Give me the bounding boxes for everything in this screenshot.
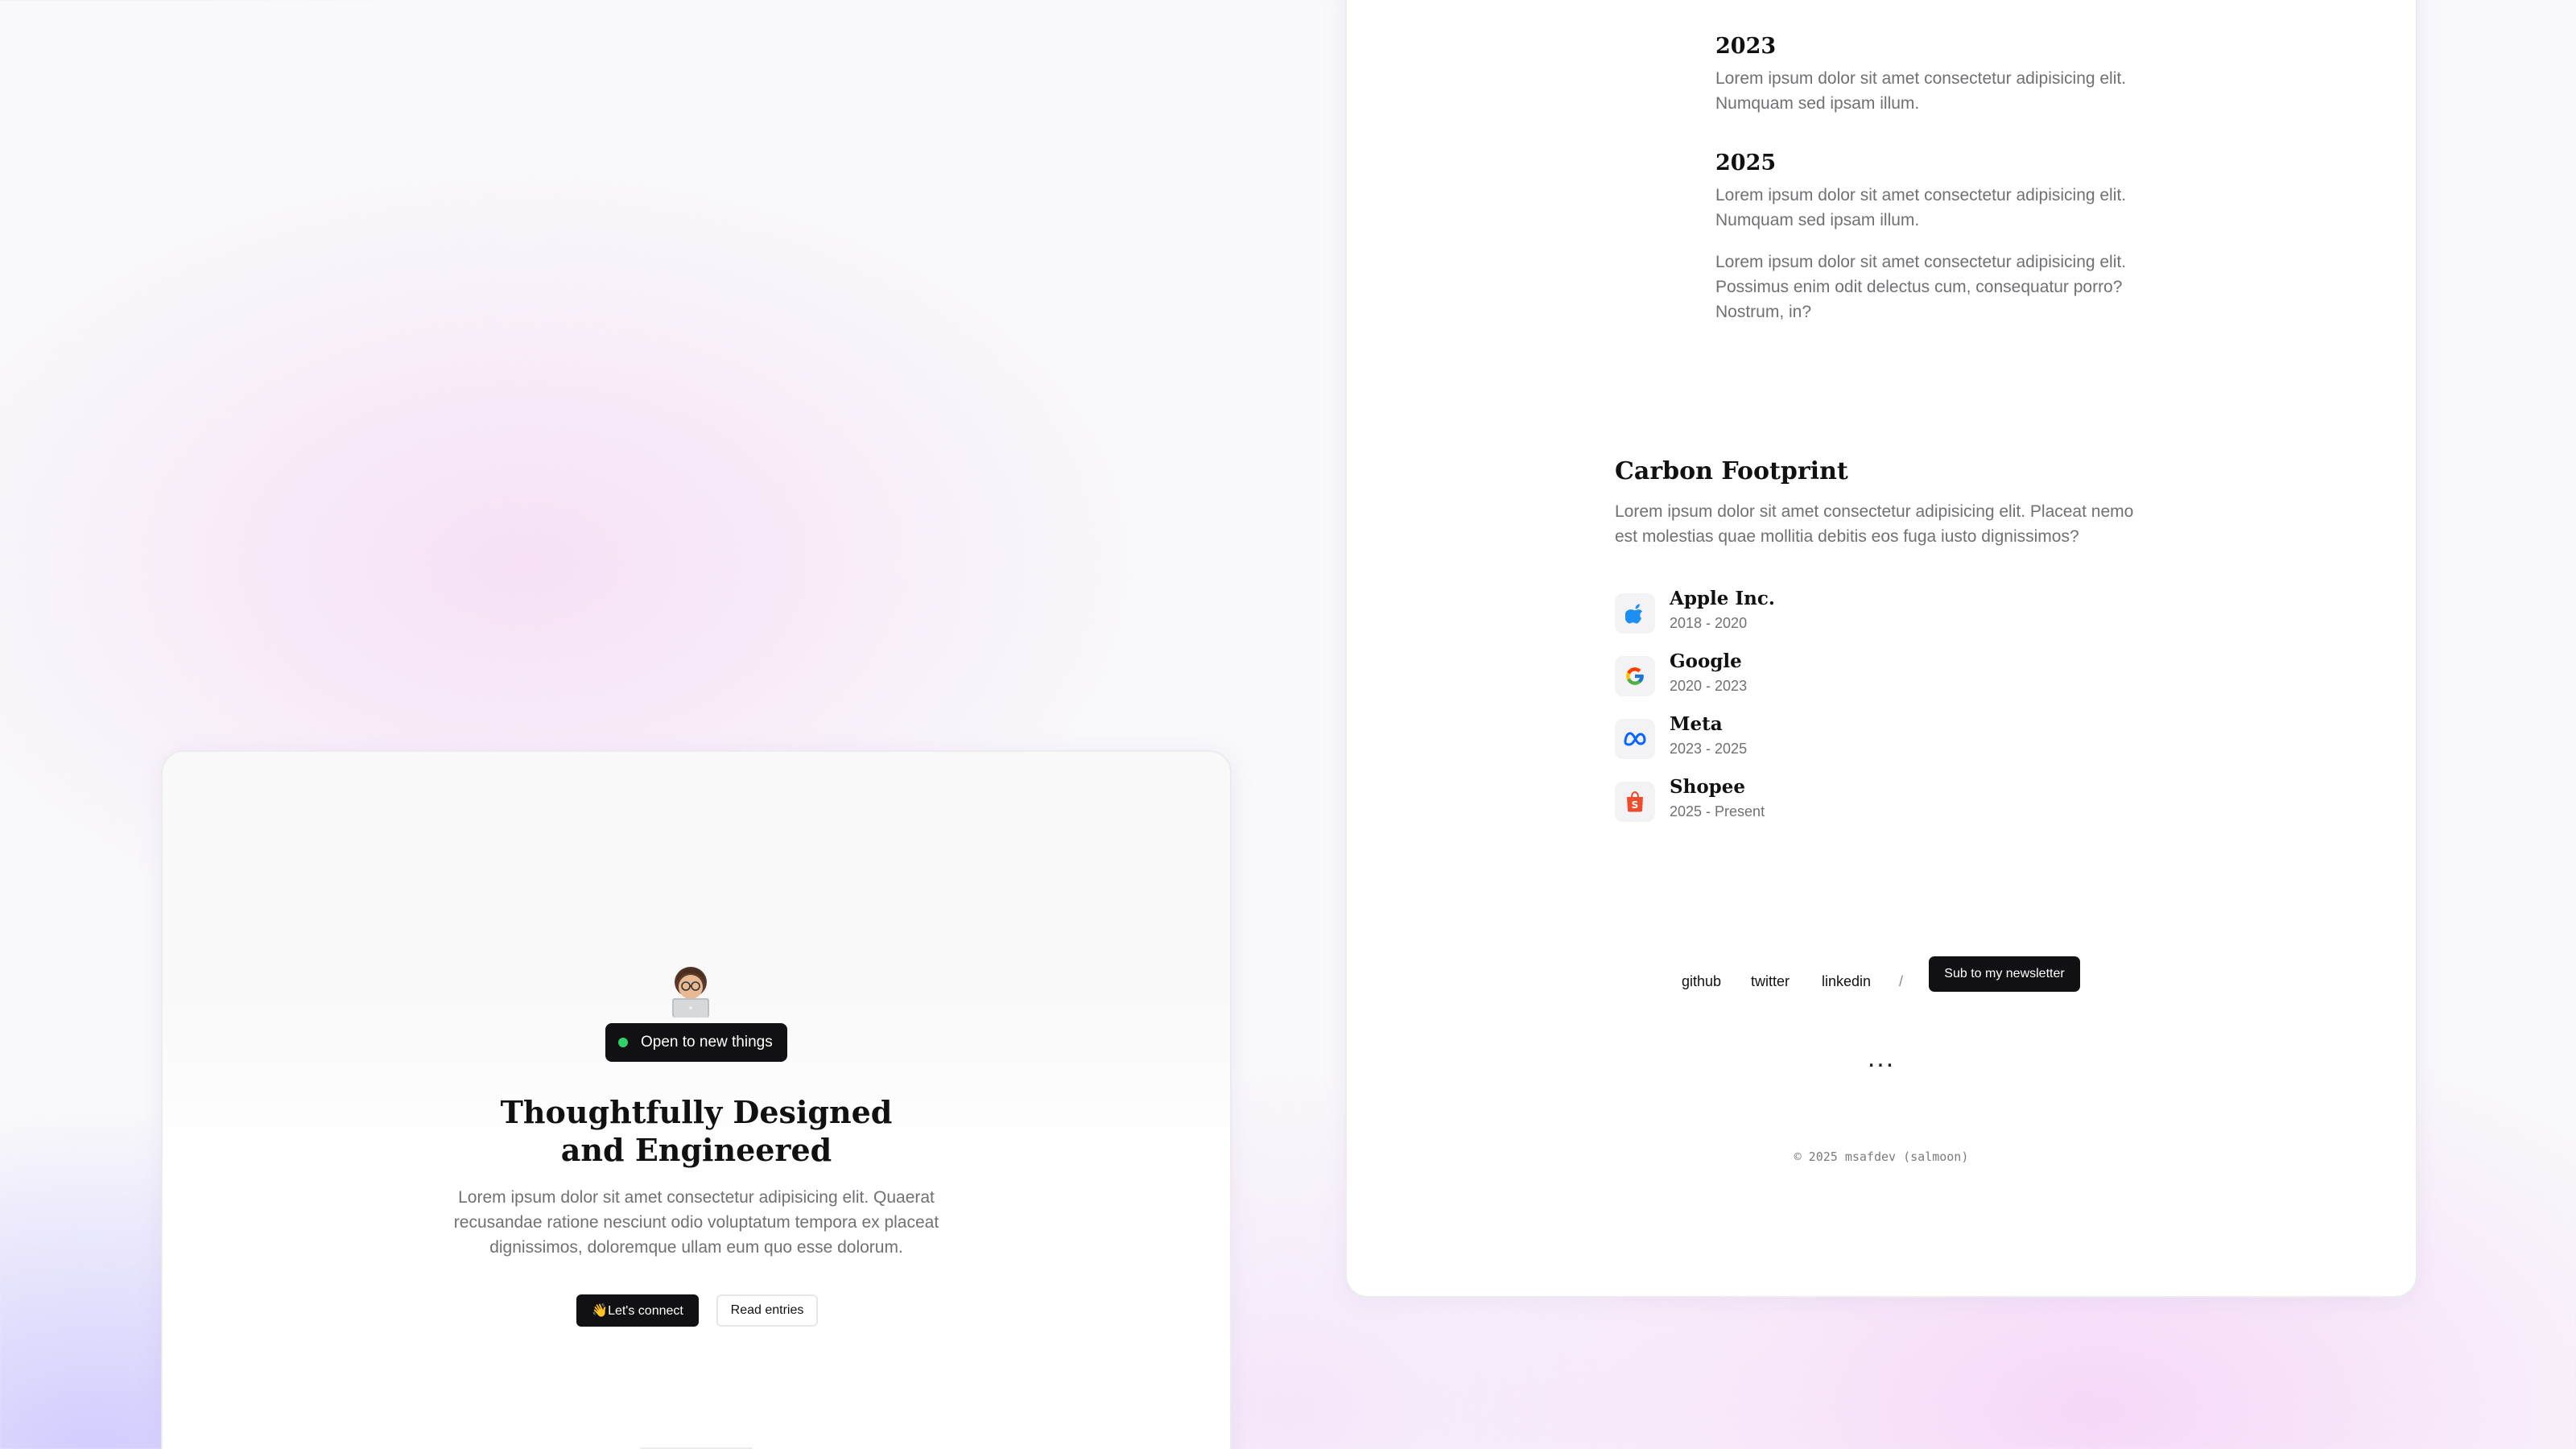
- twitter-link[interactable]: twitter: [1751, 973, 1790, 990]
- copyright-text: © 2025 msafdev (salmoon): [1794, 1150, 1969, 1164]
- company-name: Meta: [1670, 713, 1723, 735]
- company-years: 2025 - Present: [1670, 803, 1765, 819]
- hero-title-line2: and Engineered: [560, 1132, 832, 1168]
- status-label: Open to new things: [641, 1034, 773, 1051]
- newsletter-button[interactable]: Sub to my newsletter: [1929, 956, 2080, 992]
- apple-icon: [1615, 593, 1655, 634]
- read-entries-button[interactable]: Read entries: [716, 1294, 818, 1327]
- meta-icon: [1615, 719, 1655, 759]
- ellipsis-divider: ...: [1867, 1042, 1896, 1073]
- content-card: 2023 Lorem ipsum dolor sit amet consecte…: [1345, 0, 2417, 1298]
- github-link[interactable]: github: [1682, 973, 1721, 990]
- hero-card: Open to new things Thoughtfully Designed…: [161, 750, 1232, 1449]
- company-years: 2018 - 2020: [1670, 615, 1748, 631]
- timeline-2025-text-2: Lorem ipsum dolor sit amet consectetur a…: [1715, 253, 2127, 321]
- timeline-year-2023: 2023: [1715, 34, 1777, 59]
- carbon-footprint-title: Carbon Footprint: [1615, 457, 1848, 485]
- timeline-2023-text: Lorem ipsum dolor sit amet consectetur a…: [1715, 69, 2127, 113]
- linkedin-link[interactable]: linkedin: [1822, 973, 1871, 990]
- status-badge: Open to new things: [605, 1023, 787, 1062]
- hero-title: Thoughtfully Designed and Engineered: [415, 1093, 978, 1169]
- company-years: 2023 - 2025: [1670, 741, 1748, 757]
- company-item-google: Google 2020 - 2023: [1615, 650, 1937, 699]
- timeline-2025-text-1: Lorem ipsum dolor sit amet consectetur a…: [1715, 186, 2127, 229]
- company-name: Shopee: [1670, 776, 1746, 798]
- shopee-icon: S: [1615, 782, 1655, 822]
- online-status-dot: [618, 1038, 628, 1047]
- company-item-apple: Apple Inc. 2018 - 2020: [1615, 588, 1937, 636]
- footer-separator: /: [1899, 973, 1904, 989]
- hero-description: Lorem ipsum dolor sit amet consectetur a…: [453, 1188, 939, 1257]
- google-icon: [1615, 656, 1655, 696]
- svg-text:S: S: [1632, 799, 1639, 811]
- timeline-year-2025: 2025: [1715, 151, 1777, 175]
- memoji-avatar: [672, 967, 709, 1018]
- lets-connect-button[interactable]: 👋Let's connect: [576, 1294, 699, 1327]
- company-years: 2020 - 2023: [1670, 678, 1748, 694]
- hero-title-line1: Thoughtfully Designed: [500, 1094, 893, 1130]
- company-item-meta: Meta 2023 - 2025: [1615, 713, 1937, 762]
- company-name: Apple Inc.: [1670, 588, 1775, 609]
- company-item-shopee: S Shopee 2025 - Present: [1615, 776, 1937, 824]
- carbon-footprint-description: Lorem ipsum dolor sit amet consectetur a…: [1615, 502, 2134, 546]
- company-name: Google: [1670, 650, 1742, 672]
